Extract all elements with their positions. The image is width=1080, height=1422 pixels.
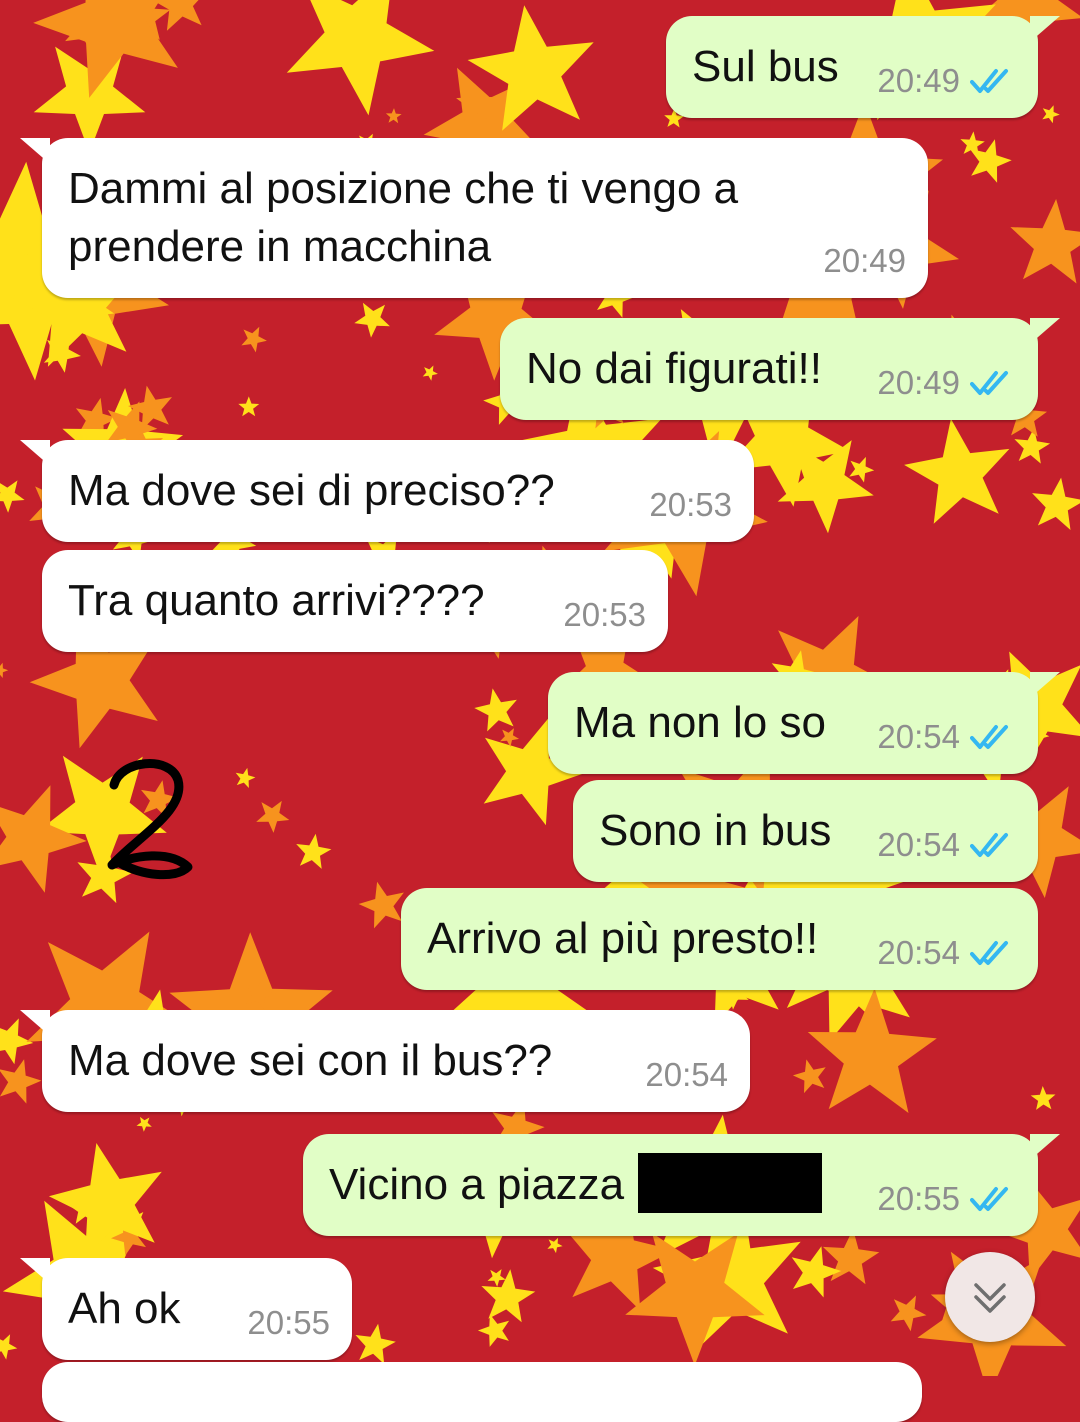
- message-time: 20:54: [877, 826, 960, 863]
- bubble-tail: [1030, 1134, 1060, 1160]
- message-bubble-outgoing[interactable]: Sul bus 20:49: [666, 16, 1060, 118]
- message-time: 20:54: [645, 1056, 728, 1093]
- message-time: 20:55: [247, 1304, 330, 1341]
- message-bubble-outgoing[interactable]: No dai figurati!! 20:49: [500, 318, 1060, 420]
- message-time: 20:53: [649, 486, 732, 523]
- message-time: 20:53: [563, 596, 646, 633]
- message-bubble-incoming[interactable]: Ma dove sei con il bus?? 20:54: [20, 1010, 750, 1112]
- message-bubble-incoming[interactable]: Dammi al posizione che ti vengo a prender…: [20, 138, 928, 298]
- message-text: Tra quanto arrivi????: [68, 576, 485, 625]
- double-check-icon: [970, 371, 1008, 395]
- bubble-tail: [20, 1010, 50, 1036]
- message-text-line-1: Dammi al posizione che ti vengo a: [68, 164, 739, 213]
- message-time: 20:49: [877, 364, 960, 401]
- message-bubble-incoming[interactable]: Tra quanto arrivi???? 20:53: [42, 550, 668, 652]
- message-bubble-outgoing[interactable]: Arrivo al più presto!! 20:54: [401, 888, 1038, 990]
- message-time: 20:54: [877, 934, 960, 971]
- message-text: Ma non lo so: [574, 698, 826, 747]
- bubble-tail: [1030, 318, 1060, 344]
- message-text: No dai figurati!!: [526, 344, 822, 393]
- scroll-to-bottom-button[interactable]: [945, 1252, 1035, 1342]
- double-check-icon: [970, 69, 1008, 93]
- double-check-icon: [970, 833, 1008, 857]
- message-text: Vicino a piazza: [329, 1160, 625, 1209]
- message-text: Sono in bus: [599, 806, 832, 855]
- message-text: Ma dove sei di preciso??: [68, 466, 555, 515]
- message-time: 20:49: [877, 62, 960, 99]
- message-text: Sul bus: [692, 42, 839, 91]
- bubble-tail: [1030, 16, 1060, 42]
- message-time: 20:49: [823, 242, 906, 279]
- message-bubble-incoming[interactable]: Ma dove sei di preciso?? 20:53: [20, 440, 754, 542]
- bubble-tail: [20, 138, 50, 164]
- message-text-line-2: prendere in macchina: [68, 222, 492, 271]
- double-check-icon: [970, 1187, 1008, 1211]
- message-text: Ah ok: [68, 1284, 181, 1333]
- message-bubble-incoming[interactable]: Ah ok 20:55: [20, 1258, 352, 1360]
- message-bubble-incoming-partial[interactable]: [42, 1362, 922, 1422]
- bubble-tail: [20, 1258, 50, 1284]
- message-bubble-outgoing[interactable]: Vicino a piazza 20:55: [303, 1134, 1060, 1236]
- message-time: 20:54: [877, 718, 960, 755]
- bubble-tail: [20, 440, 50, 466]
- handwritten-annotation-2: [107, 759, 193, 880]
- double-check-icon: [970, 725, 1008, 749]
- message-text: Ma dove sei con il bus??: [68, 1036, 553, 1085]
- bubble-tail: [1030, 672, 1060, 698]
- chevron-double-down-icon: [974, 1283, 1006, 1313]
- message-bubble-outgoing[interactable]: Ma non lo so 20:54: [548, 672, 1060, 774]
- double-check-icon: [970, 941, 1008, 965]
- redaction-box: [638, 1153, 823, 1214]
- message-text: Arrivo al più presto!!: [427, 914, 819, 963]
- message-bubble-outgoing[interactable]: Sono in bus 20:54: [573, 780, 1038, 882]
- message-time: 20:55: [877, 1180, 960, 1217]
